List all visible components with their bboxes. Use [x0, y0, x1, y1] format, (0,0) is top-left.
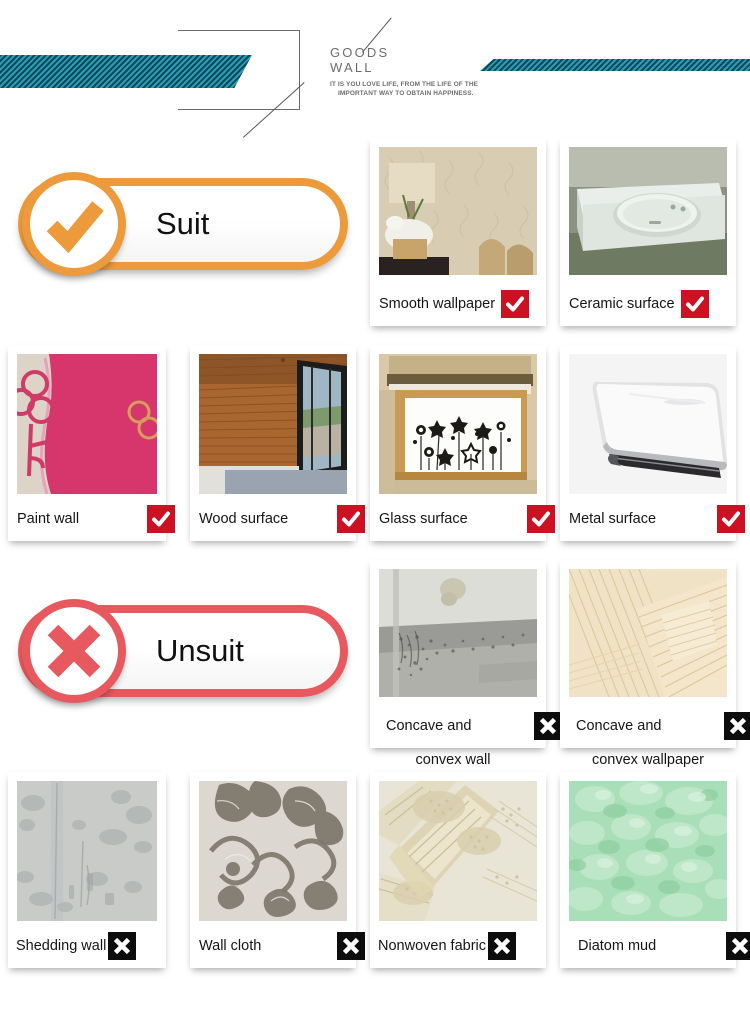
card-label: Wood surface — [199, 510, 289, 527]
card-label: Diatom mud — [578, 937, 657, 954]
card-glass-surface[interactable]: Glass surface — [370, 345, 555, 541]
check-mark-icon — [680, 290, 709, 318]
header-subtitle-line1: IT IS YOU LOVE LIFE, FROM THE LIFE OF TH… — [330, 81, 479, 88]
header-subtitle-line2: IMPORTANT WAY TO OBTAIN HAPPINESS. — [338, 90, 474, 97]
card-label: Smooth wallpaper — [379, 295, 496, 312]
card-diatom-mud[interactable]: Diatom mud — [560, 772, 750, 968]
x-mark-icon — [488, 932, 516, 960]
card-label-line2: convex wallpaper — [591, 752, 705, 768]
card-caption: Paint wall — [8, 497, 184, 541]
card-label: Nonwoven fabric — [378, 937, 486, 954]
card-nonwoven-fabric[interactable]: Nonwoven fabric — [370, 772, 546, 968]
header-stripe-left — [0, 55, 252, 88]
card-concave-convex-wallpaper[interactable]: Concave and convex wallpaper — [560, 560, 750, 768]
check-mark-icon — [501, 290, 530, 318]
x-mark-icon — [337, 932, 365, 960]
card-thumbnail — [17, 781, 157, 921]
x-mark-icon — [534, 712, 562, 740]
card-label: Wall cloth — [199, 937, 262, 954]
header-title-line2: WALL — [330, 60, 374, 75]
header-title-line1: GOODS — [330, 45, 390, 60]
card-label: Shedding wall — [16, 937, 107, 954]
card-caption: Concave and — [560, 704, 750, 748]
card-thumbnail — [569, 569, 727, 697]
check-mark-icon — [337, 505, 365, 533]
card-thumbnail — [199, 781, 347, 921]
x-mark-icon — [724, 712, 750, 740]
header-text-block: GOODS WALL IT IS YOU LOVE LIFE, FROM THE… — [330, 45, 550, 98]
card-label: Concave and — [576, 717, 662, 734]
card-thumbnail — [379, 781, 537, 921]
card-thumbnail — [379, 569, 537, 697]
card-wood-surface[interactable]: Wood surface — [190, 345, 365, 541]
card-label: Metal surface — [569, 510, 657, 527]
card-thumbnail — [17, 354, 157, 494]
card-label: Ceramic surface — [569, 295, 675, 312]
card-caption: Glass surface — [370, 497, 564, 541]
unsuit-badge-label: Unsuit — [156, 633, 244, 668]
card-caption: Shedding wall — [8, 924, 180, 968]
card-thumbnail — [569, 354, 727, 494]
card-label: Paint wall — [17, 510, 80, 527]
suit-badge-label: Suit — [156, 206, 210, 241]
card-metal-surface[interactable]: Metal surface — [560, 345, 745, 541]
card-wall-cloth[interactable]: Wall cloth — [190, 772, 365, 968]
card-caption: Ceramic surface — [560, 282, 750, 326]
card-caption: Metal surface — [560, 497, 750, 541]
card-smooth-wallpaper[interactable]: Smooth wallpaper — [370, 138, 546, 326]
card-label: Concave and — [386, 717, 472, 734]
check-circle-icon — [22, 172, 126, 276]
page-header: GOODS WALL IT IS YOU LOVE LIFE, FROM THE… — [0, 0, 750, 138]
card-caption: Wall cloth — [190, 924, 374, 968]
card-ceramic-surface[interactable]: Ceramic surface — [560, 138, 736, 326]
card-thumbnail — [199, 354, 347, 494]
card-caption: Nonwoven fabric — [370, 924, 560, 968]
x-mark-icon — [726, 932, 750, 960]
card-label: Glass surface — [379, 510, 468, 527]
card-thumbnail — [569, 147, 727, 275]
cross-circle-icon — [22, 599, 126, 703]
suit-badge: Suit — [8, 170, 353, 278]
card-label-line2: convex wall — [415, 752, 491, 768]
check-mark-icon — [147, 505, 175, 533]
unsuit-badge: Unsuit — [8, 597, 353, 705]
card-thumbnail — [379, 147, 537, 275]
header-subtitle: IT IS YOU LOVE LIFE, FROM THE LIFE OF TH… — [330, 80, 480, 98]
card-concave-convex-wall[interactable]: Concave and convex wall — [370, 560, 562, 768]
x-mark-icon — [108, 932, 137, 960]
card-caption: Concave and — [370, 704, 574, 748]
card-thumbnail — [379, 354, 537, 494]
card-paint-wall[interactable]: Paint wall — [8, 345, 175, 541]
card-thumbnail — [569, 781, 727, 921]
card-shedding-wall[interactable]: Shedding wall — [8, 772, 166, 968]
card-caption: Diatom mud — [560, 924, 750, 968]
card-caption: Wood surface — [190, 497, 374, 541]
card-caption: Smooth wallpaper — [370, 282, 564, 326]
check-mark-icon — [527, 505, 555, 533]
check-mark-icon — [717, 505, 745, 533]
